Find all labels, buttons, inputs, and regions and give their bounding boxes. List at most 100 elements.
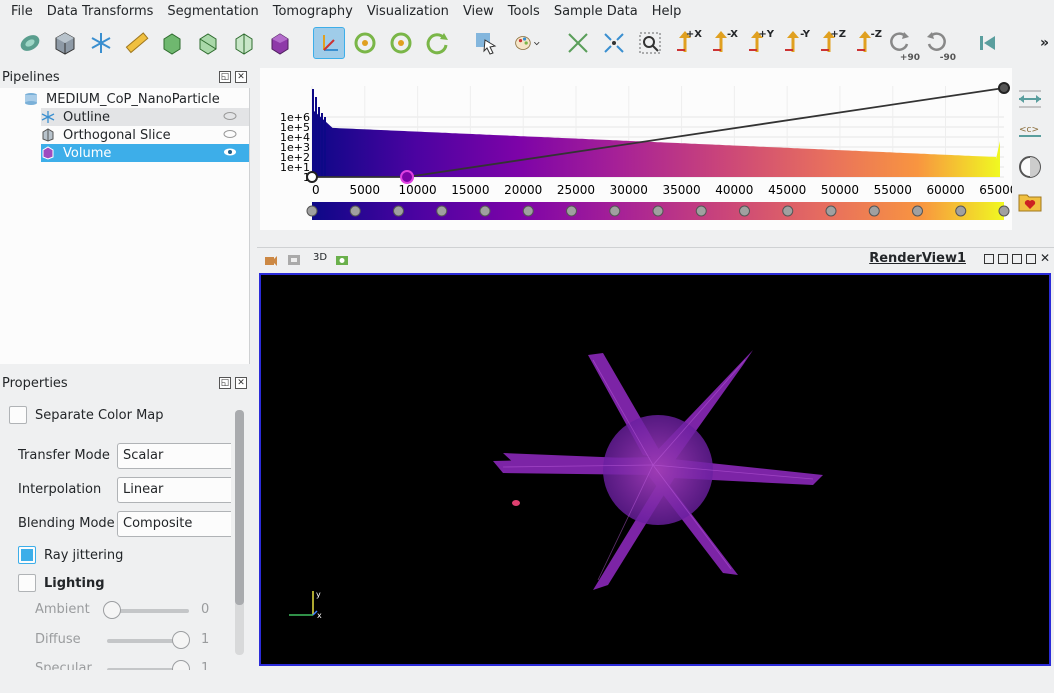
rotate-icon[interactable] xyxy=(349,27,381,59)
center-icon[interactable] xyxy=(598,27,630,59)
colormap-control-point[interactable] xyxy=(566,205,577,217)
pipeline-item-slice[interactable]: Orthogonal Slice xyxy=(41,126,249,144)
colormap-control-point[interactable] xyxy=(825,205,837,217)
camera-link-icon[interactable] xyxy=(264,253,278,267)
colormap-control-point[interactable] xyxy=(782,205,794,217)
colormap-control-point[interactable] xyxy=(436,205,448,217)
restore-icon[interactable] xyxy=(1026,254,1036,264)
ray-jittering-checkbox[interactable] xyxy=(18,546,36,564)
eye-open-icon[interactable] xyxy=(223,147,237,157)
rotate-plus90-icon[interactable]: +90 xyxy=(884,27,920,63)
colormap-control-point[interactable] xyxy=(998,205,1010,217)
ray-jittering-row[interactable]: Ray jittering xyxy=(18,546,123,564)
save-preset-icon[interactable] xyxy=(1014,186,1046,216)
rescale-range-icon[interactable] xyxy=(1014,84,1046,114)
toolbar-overflow-button[interactable]: » xyxy=(1040,35,1049,51)
capture-icon[interactable] xyxy=(287,253,301,267)
blending-mode-select[interactable]: Composite xyxy=(117,511,231,537)
close-icon[interactable]: ✕ xyxy=(235,377,247,389)
rescale-custom-icon[interactable]: <c> xyxy=(1014,118,1046,148)
snowflake-icon[interactable] xyxy=(85,27,117,59)
maximize-icon[interactable] xyxy=(1012,254,1022,264)
opacity-control-point[interactable] xyxy=(306,171,318,183)
colormap-control-point[interactable] xyxy=(695,205,707,217)
box-icon[interactable] xyxy=(156,27,188,59)
palette-icon[interactable] xyxy=(508,27,546,59)
properties-scroll-thumb[interactable] xyxy=(235,410,244,605)
menu-help[interactable]: Help xyxy=(645,0,689,24)
properties-dock-buttons: ◱ ✕ xyxy=(219,377,247,389)
menu-tomography[interactable]: Tomography xyxy=(266,0,360,24)
rotate2-icon[interactable] xyxy=(385,27,417,59)
close-icon[interactable]: ✕ xyxy=(235,71,247,83)
colormap-control-point[interactable] xyxy=(652,205,664,217)
colormap-control-point[interactable] xyxy=(393,205,404,217)
menu-data-transforms[interactable]: Data Transforms xyxy=(40,0,161,24)
transfer-mode-select[interactable]: Scalar xyxy=(117,443,231,469)
menu-file[interactable]: File xyxy=(4,0,40,24)
rotate-minus90-icon[interactable]: -90 xyxy=(920,27,956,63)
screenshot-icon[interactable] xyxy=(335,253,349,267)
view-axis-minus-x-button[interactable]: -X xyxy=(706,27,738,59)
float-icon[interactable]: ◱ xyxy=(219,71,231,83)
colormap-control-point[interactable] xyxy=(479,205,491,217)
invert-icon[interactable] xyxy=(1014,152,1046,182)
eye-closed-icon[interactable] xyxy=(223,129,237,139)
colormap-control-point[interactable] xyxy=(912,205,923,217)
view-axis-plusminus-z-button[interactable]: +Z xyxy=(814,27,846,59)
volume-rendering[interactable]: y x xyxy=(261,275,1049,664)
colormap-control-point[interactable] xyxy=(609,205,621,217)
open-dataset-icon[interactable] xyxy=(14,27,46,59)
view-axis-minus-y-button[interactable]: -Y xyxy=(778,27,810,59)
histogram-chart[interactable]: 11e+11e+21e+31e+41e+51e+6 05000100001500… xyxy=(260,68,1017,230)
specular-slider-handle[interactable] xyxy=(172,660,190,670)
menu-visualization[interactable]: Visualization xyxy=(360,0,456,24)
view-axis-plusminus-y-button[interactable]: +Y xyxy=(742,27,774,59)
toggle-3d-button[interactable]: 3D xyxy=(313,252,327,263)
colormap-control-point[interactable] xyxy=(349,205,361,217)
diffuse-slider-handle[interactable] xyxy=(172,631,190,649)
eye-closed-icon[interactable] xyxy=(223,111,237,121)
purple-cube-icon[interactable] xyxy=(264,27,296,59)
pipeline-item-volume[interactable]: Volume xyxy=(41,144,249,162)
lighting-row[interactable]: Lighting xyxy=(18,574,105,592)
ambient-slider-handle[interactable] xyxy=(103,601,121,619)
zoom-box-icon[interactable] xyxy=(634,27,666,59)
pipeline-item-dataset[interactable]: MEDIUM_CoP_NanoParticle xyxy=(24,90,250,108)
float-icon[interactable]: ◱ xyxy=(219,377,231,389)
close-view-icon[interactable]: ✕ xyxy=(1040,252,1050,264)
interpolation-select[interactable]: Linear xyxy=(117,477,231,503)
box2-icon[interactable] xyxy=(192,27,224,59)
menu-view[interactable]: View xyxy=(456,0,501,24)
colormap-control-point[interactable] xyxy=(306,205,318,217)
cube-icon[interactable] xyxy=(49,27,81,59)
menu-sample-data[interactable]: Sample Data xyxy=(547,0,645,24)
render-view[interactable]: y x xyxy=(259,273,1051,666)
separate-color-map-checkbox[interactable] xyxy=(9,406,27,424)
reset-camera-icon[interactable] xyxy=(562,27,594,59)
separate-color-map-row[interactable]: Separate Color Map xyxy=(9,406,164,424)
interact-icon[interactable] xyxy=(313,27,345,59)
rotate3-icon[interactable] xyxy=(421,27,453,59)
menu-tools[interactable]: Tools xyxy=(501,0,547,24)
colormap-control-point[interactable] xyxy=(868,205,880,217)
lighting-checkbox[interactable] xyxy=(18,574,36,592)
split-horizontal-icon[interactable] xyxy=(984,254,994,264)
select-icon[interactable] xyxy=(470,27,502,59)
color-map-editor[interactable]: 11e+11e+21e+31e+41e+51e+6 05000100001500… xyxy=(260,68,1017,230)
colormap-control-point[interactable] xyxy=(955,205,967,217)
pipeline-item-outline[interactable]: Outline xyxy=(41,108,249,126)
box3-icon[interactable] xyxy=(228,27,260,59)
renderview-title[interactable]: RenderView1 xyxy=(869,251,966,266)
properties-scrollbar[interactable] xyxy=(235,410,244,655)
view-axis-plusminus-x-button[interactable]: +X xyxy=(670,27,702,59)
view-axis-minus-z-button[interactable]: -Z xyxy=(850,27,882,59)
ruler-icon[interactable] xyxy=(120,27,152,59)
split-vertical-icon[interactable] xyxy=(998,254,1008,264)
opacity-control-point[interactable] xyxy=(400,170,415,184)
menu-segmentation[interactable]: Segmentation xyxy=(160,0,265,24)
first-frame-icon[interactable] xyxy=(971,27,1003,59)
opacity-control-point[interactable] xyxy=(998,82,1010,94)
colormap-control-point[interactable] xyxy=(522,205,534,217)
colormap-control-point[interactable] xyxy=(739,205,750,217)
